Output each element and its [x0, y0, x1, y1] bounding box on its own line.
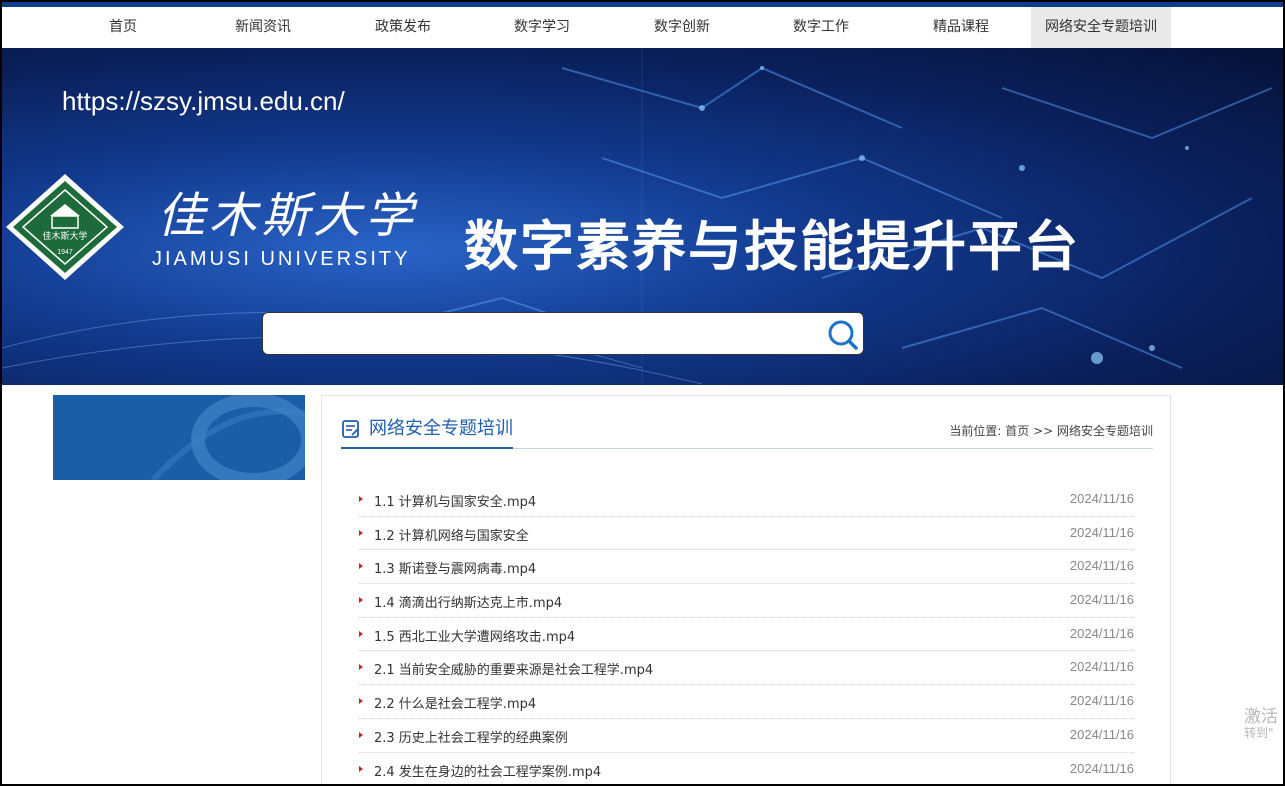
list-item[interactable]: 2.4 发生在身边的社会工程学案例.mp4 2024/11/16 [359, 753, 1134, 786]
article-title-link[interactable]: 1.4 滴滴出行纳斯达克上市.mp4 [374, 592, 562, 611]
article-title-link[interactable]: 2.2 什么是社会工程学.mp4 [374, 693, 536, 712]
article-date: 2024/11/16 [1069, 524, 1134, 540]
bullet-arrow-icon [359, 563, 363, 570]
bullet-arrow-icon [359, 597, 363, 604]
article-title-link[interactable]: 2.3 历史上社会工程学的经典案例 [374, 727, 568, 746]
sidebar-banner-image [53, 395, 305, 480]
bullet-arrow-icon [359, 496, 363, 502]
nav-item-home[interactable]: 首页 [53, 7, 193, 48]
list-item[interactable]: 1.2 计算机网络与国家安全 2024/11/16 [359, 517, 1134, 551]
top-accent-bar [0, 0, 1285, 7]
bullet-arrow-icon [359, 630, 363, 637]
list-item[interactable]: 1.5 西北工业大学遭网络攻击.mp4 2024/11/16 [359, 618, 1134, 652]
list-item[interactable]: 1.4 滴滴出行纳斯达克上市.mp4 2024/11/16 [359, 584, 1134, 618]
article-title-link[interactable]: 1.5 西北工业大学遭网络攻击.mp4 [374, 626, 575, 645]
search-icon[interactable] [825, 317, 861, 353]
article-date: 2024/11/16 [1069, 726, 1134, 742]
breadcrumb[interactable]: 当前位置: 首页 >> 网络安全专题培训 [949, 422, 1153, 439]
article-date: 2024/11/16 [1069, 491, 1134, 506]
section-header: 网络安全专题培训 当前位置: 首页 >> 网络安全专题培训 [341, 414, 1153, 449]
article-list: 1.1 计算机与国家安全.mp4 2024/11/16 1.2 计算机网络与国家安全… [359, 483, 1134, 786]
article-date: 2024/11/16 [1069, 558, 1134, 574]
platform-title: 数字素养与技能提升平台 [464, 215, 1080, 278]
university-seal-logo: 佳木斯大学 1947 [6, 174, 124, 280]
bullet-arrow-icon [359, 664, 363, 671]
section-title-tab: 网络安全专题培训 [341, 414, 513, 449]
bullet-arrow-icon [359, 529, 363, 536]
bullet-arrow-icon [359, 765, 363, 772]
document-edit-icon [342, 420, 359, 438]
article-title-link[interactable]: 1.3 斯诺登与震网病毒.mp4 [374, 558, 536, 577]
nav-item-news[interactable]: 新闻资讯 [193, 7, 333, 48]
section-title: 网络安全专题培训 [369, 418, 513, 439]
list-item[interactable]: 1.3 斯诺登与震网病毒.mp4 2024/11/16 [359, 550, 1134, 585]
logo-year-text: 1947 [57, 249, 73, 256]
bullet-arrow-icon [359, 731, 363, 738]
nav-item-digital-work[interactable]: 数字工作 [751, 7, 891, 48]
article-date: 2024/11/16 [1069, 760, 1134, 776]
article-title-link[interactable]: 2.4 发生在身边的社会工程学案例.mp4 [374, 761, 601, 780]
university-name-en: JIAMUSI UNIVERSITY [152, 248, 411, 270]
site-url: https://szsy.jmsu.edu.cn/ [62, 86, 345, 116]
main-nav: 首页 新闻资讯 政策发布 数字学习 数字创新 数字工作 精品课程 网络安全专题培… [0, 7, 1285, 48]
article-date: 2024/11/16 [1069, 693, 1134, 709]
nav-item-digital-learning[interactable]: 数字学习 [472, 7, 612, 48]
article-date: 2024/11/16 [1069, 592, 1134, 608]
hero-banner: https://szsy.jmsu.edu.cn/ 佳木斯大学 1947 佳木斯… [2, 48, 1283, 385]
article-title-link[interactable]: 1.2 计算机网络与国家安全 [374, 525, 529, 544]
list-item[interactable]: 2.2 什么是社会工程学.mp4 2024/11/16 [359, 685, 1134, 719]
content-panel: 网络安全专题培训 当前位置: 首页 >> 网络安全专题培训 1.1 计算机与国家… [321, 395, 1171, 786]
nav-item-cybersecurity-training[interactable]: 网络安全专题培训 [1031, 7, 1171, 48]
list-item[interactable]: 1.1 计算机与国家安全.mp4 2024/11/16 [359, 483, 1134, 517]
nav-item-featured-courses[interactable]: 精品课程 [891, 7, 1031, 48]
nav-item-policy[interactable]: 政策发布 [333, 7, 473, 48]
article-date: 2024/11/16 [1069, 625, 1134, 641]
university-name-cn: 佳木斯大学 [157, 188, 418, 244]
activation-watermark-subtext: 转到" [1244, 726, 1274, 740]
article-date: 2024/11/16 [1069, 659, 1134, 675]
search-input[interactable] [273, 319, 813, 349]
list-item[interactable]: 2.1 当前安全威胁的重要来源是社会工程学.mp4 2024/11/16 [359, 651, 1134, 686]
logo-name-text: 佳木斯大学 [42, 230, 87, 242]
article-title-link[interactable]: 2.1 当前安全威胁的重要来源是社会工程学.mp4 [374, 659, 653, 678]
bullet-arrow-icon [359, 698, 363, 705]
list-item[interactable]: 2.3 历史上社会工程学的经典案例 2024/11/16 [359, 719, 1134, 753]
search-box [262, 312, 864, 355]
nav-item-digital-innovation[interactable]: 数字创新 [612, 7, 752, 48]
article-title-link[interactable]: 1.1 计算机与国家安全.mp4 [374, 491, 536, 510]
